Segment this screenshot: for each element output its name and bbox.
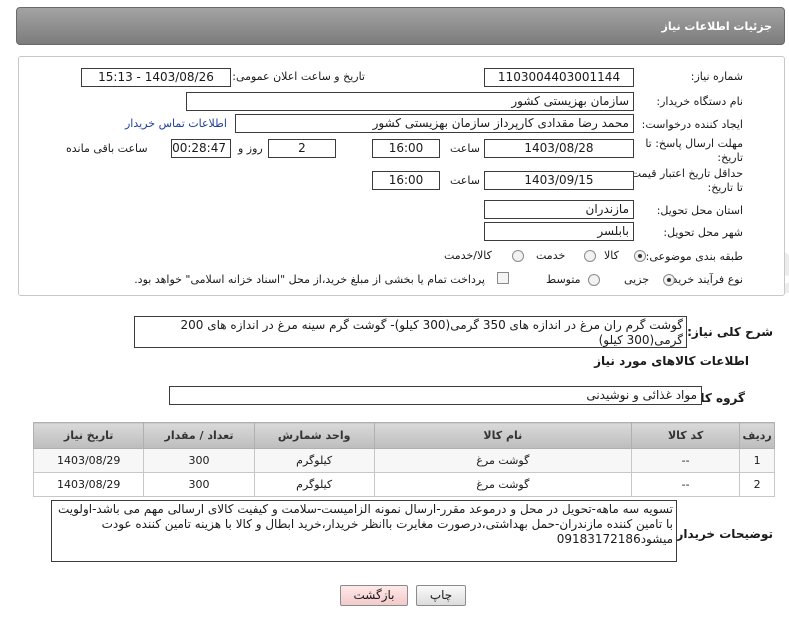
days-label: روز و (238, 142, 263, 155)
col-item-code: کد کالا (631, 422, 741, 449)
goods-table: ردیف کد کالا نام کالا واحد شمارش تعداد /… (32, 422, 775, 497)
deadline-label: مهلت ارسال پاسخ: تا تاریخ: (645, 137, 743, 164)
price-validity-time-label: ساعت (450, 174, 480, 187)
price-validity-label: حداقل تاریخ اعتبار قیمت: تا تاریخ: (627, 167, 743, 194)
city-label: شهر محل تحویل: (663, 226, 743, 239)
page-header: جزئیات اطلاعات نیاز (16, 7, 785, 45)
process-type-label: نوع فرآیند خرید : (665, 273, 743, 286)
cell-need-date: 1403/08/29 (32, 472, 145, 497)
category-radio-goods[interactable] (634, 250, 646, 262)
deadline-time-field: 16:00 (372, 139, 440, 158)
price-validity-date-field: 1403/09/15 (484, 171, 634, 190)
col-need-date: تاریخ نیاز (32, 422, 145, 449)
col-item-name: نام کالا (373, 422, 633, 449)
treasury-payment-note: پرداخت تمام یا بخشی از مبلغ خرید،از محل … (134, 273, 485, 286)
cell-item-code: -- (631, 472, 741, 497)
col-row-number: ردیف (739, 422, 775, 449)
table-row: 2 -- گوشت مرغ کیلوگرم 300 1403/08/29 (32, 472, 775, 497)
treasury-payment-checkbox[interactable] (497, 272, 509, 284)
category-option-service: خدمت (536, 249, 566, 262)
goods-group-field: مواد غذائی و نوشیدنی (169, 386, 702, 405)
need-number-label: شماره نیاز: (690, 70, 743, 83)
category-option-goods: کالا (604, 249, 619, 262)
cell-quantity: 300 (143, 472, 255, 497)
category-radio-service[interactable] (584, 250, 596, 262)
category-radio-goods-service[interactable] (512, 250, 524, 262)
goods-table-header-row: ردیف کد کالا نام کالا واحد شمارش تعداد /… (32, 422, 775, 449)
summary-field: گوشت گرم ران مرغ در اندازه های 350 گرمی(… (134, 316, 687, 348)
province-field: مازندران (484, 200, 634, 219)
col-unit: واحد شمارش (253, 422, 375, 449)
cell-unit: کیلوگرم (253, 448, 375, 473)
process-option-medium: متوسط (546, 273, 581, 286)
cell-item-code: -- (631, 448, 741, 473)
buyer-notes-label: توضیحات خریدار: (671, 527, 773, 541)
cell-need-date: 1403/08/29 (32, 448, 145, 473)
city-field: بابلسر (484, 222, 634, 241)
col-quantity: تعداد / مقدار (143, 422, 255, 449)
remaining-time-field: 00:28:47 (171, 139, 231, 158)
buyer-org-label: نام دستگاه خریدار: (656, 95, 743, 108)
deadline-time-label: ساعت (450, 142, 480, 155)
requester-label: ایجاد کننده درخواست: (641, 118, 743, 131)
need-number-field: 1103004403001144 (484, 68, 634, 87)
buyer-contact-link[interactable]: اطلاعات تماس خریدار (125, 117, 227, 130)
announce-datetime-label: تاریخ و ساعت اعلان عمومی: (232, 70, 365, 83)
process-radio-minor[interactable] (663, 274, 675, 286)
cell-item-name: گوشت مرغ (373, 472, 633, 497)
days-remaining-field: 2 (268, 139, 336, 158)
goods-section-title: اطلاعات کالاهای مورد نیاز (594, 354, 749, 368)
category-option-goods-service: کالا/خدمت (444, 249, 492, 262)
price-validity-time-field: 16:00 (372, 171, 440, 190)
back-button[interactable]: بازگشت (340, 585, 408, 606)
announce-datetime-field: 1403/08/26 - 15:13 (81, 68, 231, 87)
process-radio-medium[interactable] (588, 274, 600, 286)
cell-unit: کیلوگرم (253, 472, 375, 497)
buyer-notes-field: تسویه سه ماهه-تحویل در محل و درموعد مقرر… (51, 500, 677, 562)
print-button[interactable]: چاپ (416, 585, 466, 606)
requester-field: محمد رضا مقدادی کارپرداز سازمان بهزیستی … (235, 114, 634, 133)
page-title: جزئیات اطلاعات نیاز (661, 20, 773, 33)
cell-row-number: 2 (739, 472, 775, 497)
cell-quantity: 300 (143, 448, 255, 473)
process-option-minor: جزیی (624, 273, 650, 286)
cell-row-number: 1 (739, 448, 775, 473)
category-label: طبقه بندی موضوعی: (645, 250, 743, 263)
summary-label: شرح کلی نیاز: (687, 325, 773, 339)
buyer-org-field: سازمان بهزیستی کشور (186, 92, 634, 111)
deadline-date-field: 1403/08/28 (484, 139, 634, 158)
remaining-time-label: ساعت باقی مانده (66, 142, 148, 155)
cell-item-name: گوشت مرغ (373, 448, 633, 473)
table-row: 1 -- گوشت مرغ کیلوگرم 300 1403/08/29 (32, 448, 775, 473)
province-label: استان محل تحویل: (656, 204, 743, 217)
